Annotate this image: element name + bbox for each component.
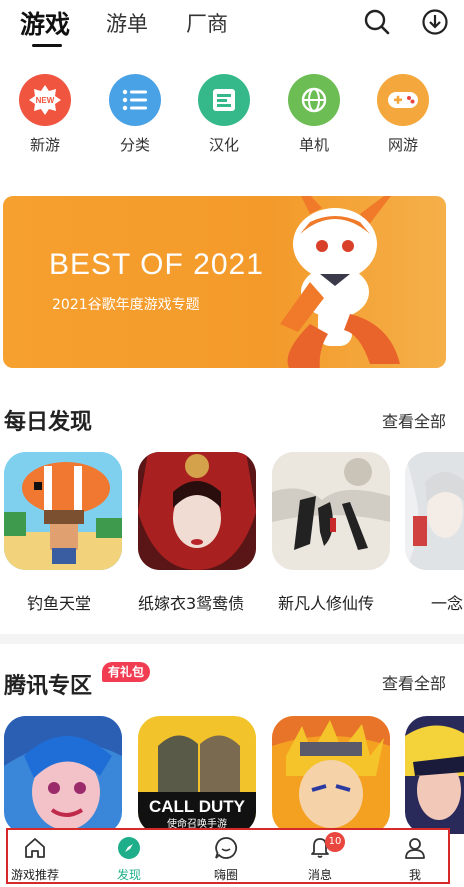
globe-icon xyxy=(288,74,340,126)
category-new-games[interactable]: NEW 新游 xyxy=(15,74,75,155)
tile-text: CALL DUTY xyxy=(149,797,246,816)
home-icon xyxy=(25,838,45,858)
section-divider xyxy=(0,634,464,644)
search-icon[interactable] xyxy=(363,8,391,36)
app-name[interactable]: 新凡人修仙传 xyxy=(278,590,374,614)
app-icon-tencent-1[interactable] xyxy=(4,716,122,834)
app-name[interactable]: 纸嫁衣3鸳鸯债 xyxy=(138,590,244,614)
tab-game-lists[interactable]: 游单 xyxy=(106,8,148,38)
nav-hi-circle[interactable]: 嗨圈 xyxy=(191,836,261,883)
tab-games[interactable]: 游戏 xyxy=(20,5,70,41)
nav-game-recommend[interactable]: 游戏推荐 xyxy=(0,836,70,883)
daily-see-all-link[interactable]: 查看全部 xyxy=(382,408,446,432)
app-icon-tencent-3[interactable] xyxy=(272,716,390,834)
translate-icon xyxy=(198,74,250,126)
banner-title: BEST OF 2021 xyxy=(49,248,264,281)
category-online-games[interactable]: 网游 xyxy=(373,74,433,155)
active-tab-indicator xyxy=(32,44,62,47)
app-icon-tencent-4[interactable] xyxy=(405,716,464,834)
app-name[interactable]: 一念 xyxy=(431,590,463,614)
tencent-section-title: 腾讯专区 xyxy=(4,674,93,699)
gift-pack-badge: 有礼包 xyxy=(102,662,151,682)
app-icon-tencent-2[interactable]: CALL DUTY 使命召唤手游 xyxy=(138,716,256,834)
svg-text:NEW: NEW xyxy=(36,96,55,105)
user-icon xyxy=(405,838,425,859)
bottom-nav: 游戏推荐 发现 嗨圈 10 消息 我 xyxy=(6,828,450,884)
download-icon[interactable] xyxy=(421,8,449,36)
mascot-illustration xyxy=(280,196,400,368)
compass-icon xyxy=(118,837,140,859)
nav-discover[interactable]: 发现 xyxy=(94,836,164,883)
category-label: 新游 xyxy=(29,136,60,154)
app-icon-new-mortal-cultivation[interactable] xyxy=(272,452,390,570)
message-count-badge: 10 xyxy=(325,832,345,852)
nav-label: 消息 xyxy=(307,868,332,882)
category-label: 汉化 xyxy=(208,136,239,154)
category-label: 网游 xyxy=(387,136,418,154)
daily-section-title: 每日发现 xyxy=(4,410,93,435)
nav-label: 游戏推荐 xyxy=(10,868,59,882)
new-badge-icon: NEW xyxy=(19,74,71,126)
gamepad-icon xyxy=(377,74,429,126)
nav-label: 嗨圈 xyxy=(213,868,238,882)
category-single-player[interactable]: 单机 xyxy=(284,74,344,155)
nav-label: 我 xyxy=(408,868,421,882)
category-label: 分类 xyxy=(119,136,150,154)
app-icon-yinian[interactable] xyxy=(405,452,464,570)
category-label: 单机 xyxy=(298,136,329,154)
app-icon-fishing-paradise[interactable] xyxy=(4,452,122,570)
promo-banner[interactable]: BEST OF 2021 2021谷歌年度游戏专题 xyxy=(3,196,446,368)
top-nav: 游戏 游单 厂商 xyxy=(0,0,464,56)
tab-developers[interactable]: 厂商 xyxy=(186,8,228,38)
nav-messages[interactable]: 10 消息 xyxy=(285,832,355,883)
banner-subtitle: 2021谷歌年度游戏专题 xyxy=(52,297,200,313)
category-classify[interactable]: 分类 xyxy=(105,74,165,155)
nav-label: 发现 xyxy=(116,868,141,882)
chat-bubble-icon xyxy=(215,837,238,859)
category-chinese[interactable]: 汉化 xyxy=(194,74,254,155)
app-icon-paper-bride-3[interactable] xyxy=(138,452,256,570)
list-icon xyxy=(109,74,161,126)
tencent-see-all-link[interactable]: 查看全部 xyxy=(382,670,446,694)
nav-me[interactable]: 我 xyxy=(380,836,450,883)
app-name[interactable]: 钓鱼天堂 xyxy=(27,590,91,614)
